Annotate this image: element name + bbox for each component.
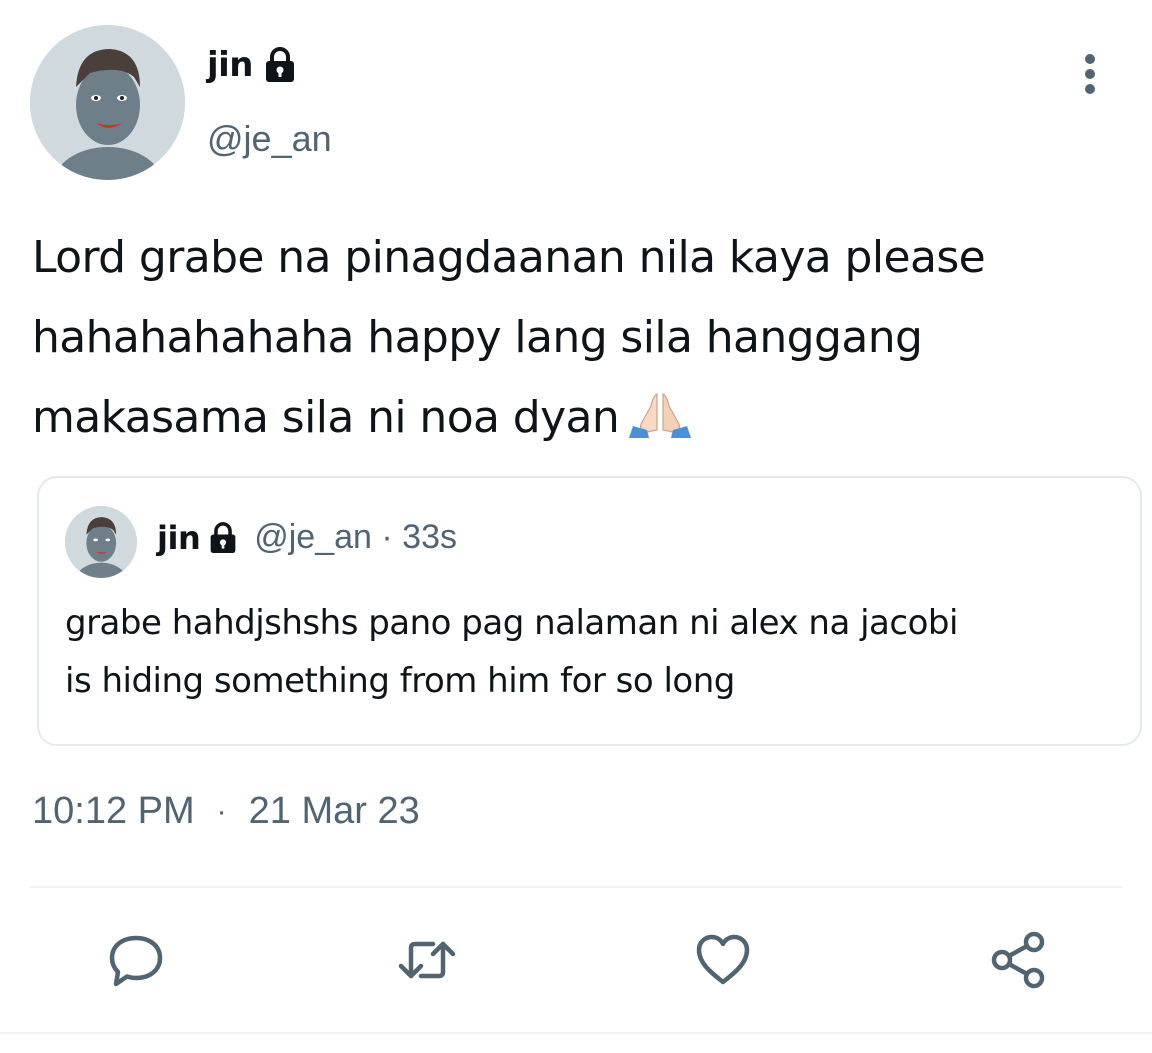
quoted-tweet[interactable]: jin @je_an · 33s grabe hahdjshshs pano p… — [37, 476, 1142, 746]
retweet-icon — [398, 941, 456, 979]
tweet-timestamp[interactable]: 10:12 PM · 21 Mar 23 — [32, 790, 420, 833]
tweet-text-line: Lord grabe na pinagdaanan nila kaya plea… — [32, 232, 986, 283]
quote-display-name[interactable]: jin — [157, 519, 201, 557]
tweet-text-line-last: makasama sila ni noa dyan — [32, 378, 1122, 458]
quote-author-avatar[interactable] — [65, 506, 137, 578]
divider — [0, 1032, 1152, 1034]
author-name-row[interactable]: jin — [207, 45, 297, 85]
tweet-text: Lord grabe na pinagdaanan nila kaya plea… — [32, 218, 1122, 458]
author-handle[interactable]: @je_an — [207, 118, 332, 160]
tweet-text-line: hahahahahaha happy lang sila hanggang — [32, 312, 923, 363]
author-display-name[interactable]: jin — [207, 45, 254, 85]
avatar-figure — [30, 25, 185, 180]
tweet-text-line: makasama sila ni noa dyan — [32, 392, 620, 443]
divider — [30, 886, 1122, 888]
avatar-figure — [65, 506, 137, 578]
tweet-date: 21 Mar 23 — [248, 790, 420, 832]
quote-text-line: grabe hahdjshshs pano pag nalaman ni ale… — [65, 603, 958, 643]
quote-handle[interactable]: @je_an — [254, 518, 372, 556]
more-options-icon[interactable] — [1072, 52, 1108, 96]
share-icon — [991, 931, 1045, 989]
quote-age: 33s — [402, 518, 457, 556]
quote-text: grabe hahdjshshs pano pag nalaman ni ale… — [65, 594, 1115, 710]
retweet-button[interactable] — [397, 930, 457, 990]
author-avatar[interactable] — [30, 25, 185, 180]
lock-icon — [263, 46, 297, 84]
folded-hands-emoji-icon — [627, 384, 693, 438]
reply-icon — [109, 935, 163, 987]
lock-icon — [208, 521, 238, 555]
share-button[interactable] — [988, 930, 1048, 990]
reply-button[interactable] — [106, 930, 166, 990]
quote-header: jin @je_an · 33s — [157, 518, 457, 557]
quote-text-line: is hiding something from him for so long — [65, 661, 735, 701]
timestamp-separator: · — [216, 794, 227, 828]
tweet: jin @je_an Lord grabe na pinagdaanan nil… — [0, 0, 1152, 1053]
quote-separator: · — [381, 518, 393, 556]
quote-meta: @je_an · 33s — [254, 518, 457, 557]
like-icon — [696, 934, 750, 985]
like-button[interactable] — [693, 930, 753, 990]
tweet-time: 10:12 PM — [32, 790, 195, 832]
